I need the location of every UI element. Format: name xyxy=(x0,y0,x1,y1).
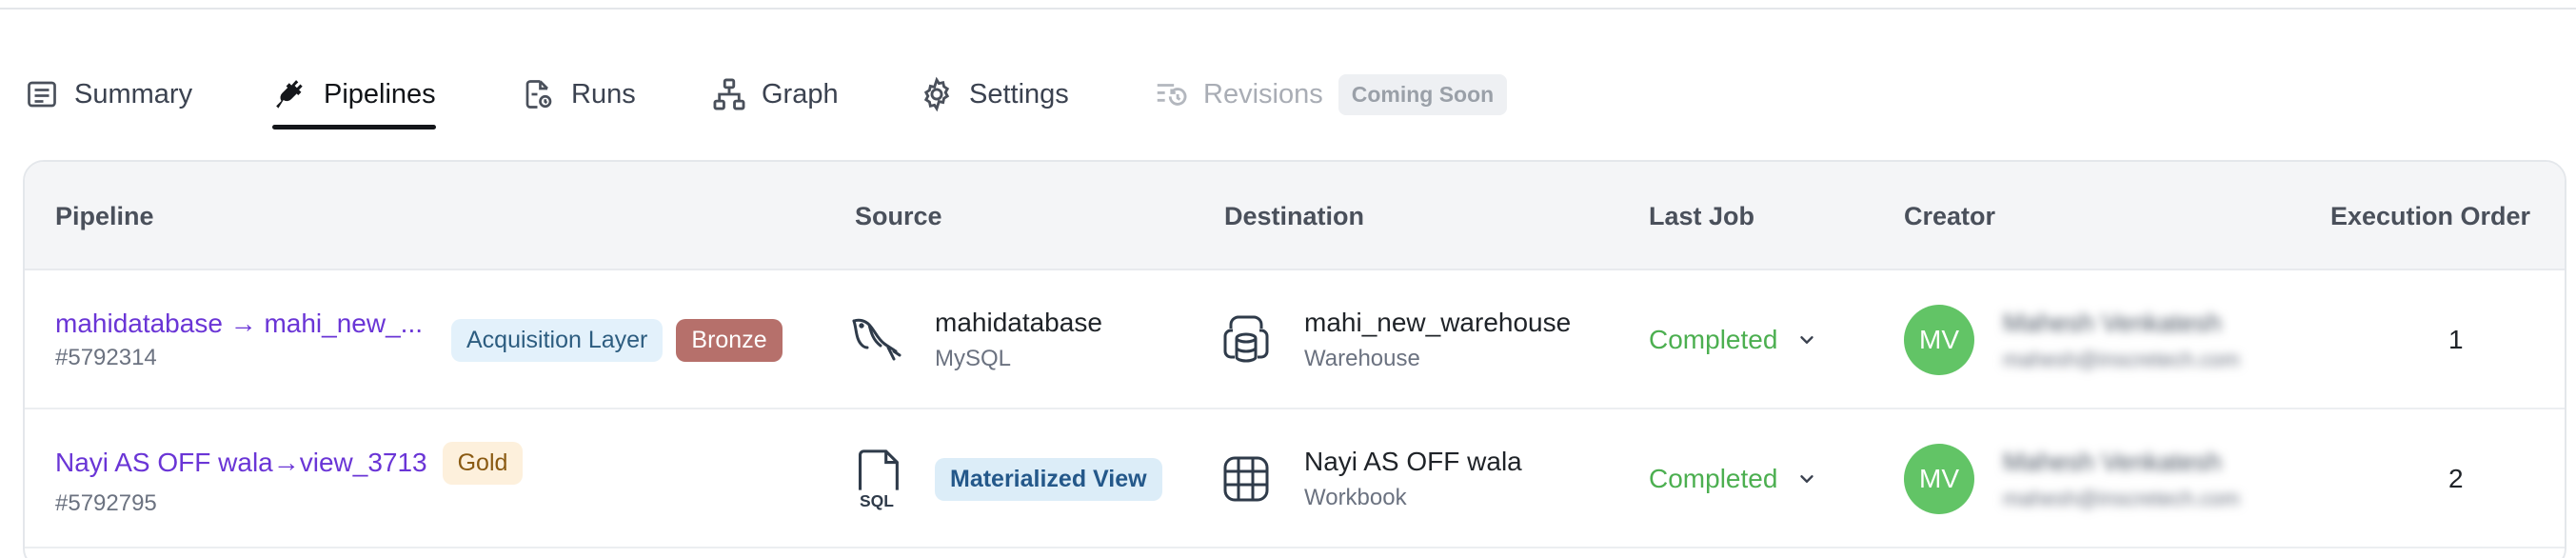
pipeline-name-link[interactable]: Nayi AS OFF wala→view_3713 xyxy=(55,448,427,478)
mysql-dolphin-icon xyxy=(843,307,910,373)
table-row[interactable]: mahidatabase → mahi_new_... #5792314 Acq… xyxy=(25,270,2565,409)
creator-cell: MV Mahesh Venkatesh mahesh@inscretech.co… xyxy=(1904,409,2240,548)
execution-order-value: 2 xyxy=(2448,464,2464,493)
tab-pipelines[interactable]: Pipelines xyxy=(272,59,436,130)
table-header: Pipeline Source Destination Last Job Cre… xyxy=(25,162,2565,270)
header-creator[interactable]: Creator xyxy=(1904,162,1995,270)
header-execution-order[interactable]: Execution Order xyxy=(2330,162,2530,270)
gear-icon xyxy=(918,75,956,113)
chevron-down-icon[interactable] xyxy=(1796,329,1819,351)
destination-cell: mahi_new_warehouse Warehouse xyxy=(1213,270,1571,409)
revisions-icon xyxy=(1152,75,1190,113)
materialized-view-badge: Materialized View xyxy=(935,457,1162,501)
tags-cell: Acquisition Layer Bronze xyxy=(451,270,783,409)
table-row[interactable]: Nayi AS OFF wala→view_3713 Gold #5792795… xyxy=(25,409,2565,548)
summary-icon xyxy=(23,75,61,113)
execution-order-value: 1 xyxy=(2448,325,2464,354)
sql-file-icon: SQL xyxy=(843,446,910,512)
creator-email: mahesh@inscretech.com xyxy=(2003,347,2240,371)
destination-type: Workbook xyxy=(1304,485,1407,510)
header-last-job[interactable]: Last Job xyxy=(1649,162,1754,270)
avatar: MV xyxy=(1904,444,1974,514)
tab-runs[interactable]: Runs xyxy=(520,59,636,130)
destination-name: mahi_new_warehouse xyxy=(1304,308,1572,337)
source-cell: SQL Materialized View xyxy=(843,409,1162,548)
tab-label: Revisions xyxy=(1203,78,1323,110)
source-cell: mahidatabase MySQL xyxy=(843,270,1102,409)
pipeline-id: #5792314 xyxy=(55,345,157,370)
top-divider xyxy=(0,8,2576,10)
job-status: Completed xyxy=(1649,325,1778,354)
execution-order-cell: 1 xyxy=(2448,270,2464,409)
header-destination[interactable]: Destination xyxy=(1224,162,1364,270)
pipeline-id: #5792795 xyxy=(55,489,157,516)
destination-type: Warehouse xyxy=(1304,346,1420,371)
tier-tag: Bronze xyxy=(676,318,783,362)
header-pipeline[interactable]: Pipeline xyxy=(55,162,154,270)
creator-cell: MV Mahesh Venkatesh mahesh@inscretech.co… xyxy=(1904,270,2240,409)
plug-icon xyxy=(272,75,310,113)
tab-summary[interactable]: Summary xyxy=(23,59,192,130)
source-name: mahidatabase xyxy=(935,308,1102,337)
workbook-grid-icon xyxy=(1213,446,1279,512)
tab-label: Pipelines xyxy=(324,78,436,110)
source-type: MySQL xyxy=(935,346,1012,371)
tab-graph[interactable]: Graph xyxy=(710,59,839,130)
pipelines-table: Pipeline Source Destination Last Job Cre… xyxy=(23,160,2566,558)
runs-icon xyxy=(520,75,558,113)
last-job-cell: Completed xyxy=(1649,270,1819,409)
creator-email: mahesh@inscretech.com xyxy=(2003,486,2240,510)
last-job-cell: Completed xyxy=(1649,409,1819,548)
coming-soon-badge: Coming Soon xyxy=(1338,73,1508,115)
header-source[interactable]: Source xyxy=(855,162,942,270)
tab-label: Settings xyxy=(969,78,1069,110)
tab-bar: Summary Pipelines Runs Graph Settings Re… xyxy=(23,59,1641,130)
destination-cell: Nayi AS OFF wala Workbook xyxy=(1213,409,1522,548)
graph-icon xyxy=(710,75,748,113)
creator-name: Mahesh Venkatesh xyxy=(2003,447,2222,476)
pipeline-name-link[interactable]: mahidatabase → mahi_new_... xyxy=(55,309,423,339)
creator-name: Mahesh Venkatesh xyxy=(2003,308,2222,337)
svg-text:SQL: SQL xyxy=(860,491,894,510)
destination-name: Nayi AS OFF wala xyxy=(1304,447,1522,476)
job-status: Completed xyxy=(1649,464,1778,493)
tab-revisions: Revisions Coming Soon xyxy=(1152,59,1508,130)
pipeline-cell: Nayi AS OFF wala→view_3713 Gold #5792795 xyxy=(55,409,524,548)
avatar: MV xyxy=(1904,305,1974,375)
pipeline-cell: mahidatabase → mahi_new_... #5792314 xyxy=(55,270,423,409)
tab-settings[interactable]: Settings xyxy=(918,59,1069,130)
tab-label: Summary xyxy=(74,78,193,110)
warehouse-icon xyxy=(1213,307,1279,373)
tab-label: Graph xyxy=(762,78,839,110)
chevron-down-icon[interactable] xyxy=(1796,468,1819,490)
tier-tag: Gold xyxy=(442,441,524,485)
layer-tag: Acquisition Layer xyxy=(451,318,664,362)
execution-order-cell: 2 xyxy=(2448,409,2464,548)
tab-label: Runs xyxy=(571,78,636,110)
